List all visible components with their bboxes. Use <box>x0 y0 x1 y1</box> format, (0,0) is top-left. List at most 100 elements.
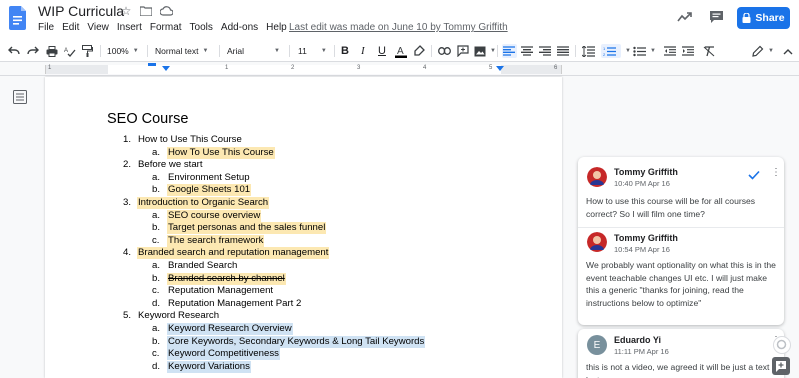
list-item[interactable]: Environment Setup <box>167 172 251 184</box>
explore-button[interactable] <box>773 336 791 354</box>
comment-thread[interactable]: Tommy Griffith 10:40 PM Apr 16 ⋮ How to … <box>578 157 784 325</box>
list-item[interactable]: Keyword Research <box>137 310 220 322</box>
link-icon <box>438 47 451 55</box>
more-options-icon[interactable]: ⋮ <box>771 167 781 178</box>
add-comment-fab[interactable] <box>772 357 790 375</box>
list-item[interactable]: Branded Search <box>167 260 238 272</box>
menu-format[interactable]: Format <box>146 22 186 33</box>
bulleted-list-icon <box>633 46 646 56</box>
list-item[interactable]: Branded search and reputation management <box>137 247 330 260</box>
list-item[interactable]: The search framework <box>167 234 265 247</box>
resolve-check-icon[interactable] <box>748 170 760 180</box>
menu-help[interactable]: Help <box>262 22 291 33</box>
move-folder-icon[interactable] <box>139 4 153 18</box>
comment-text: We probably want optionality on what thi… <box>586 260 776 308</box>
redo-button[interactable] <box>27 44 39 58</box>
last-edit-link[interactable]: Last edit was made on June 10 by Tommy G… <box>289 22 508 33</box>
toolbar-divider <box>497 45 498 57</box>
insert-image-button[interactable]: ▼ <box>474 44 496 58</box>
text-color-button[interactable]: A <box>395 44 407 58</box>
list-item[interactable]: Keyword Competitiveness <box>167 348 280 361</box>
comment-author: Eduardo Yi <box>614 335 662 345</box>
hide-menus-button[interactable] <box>783 44 793 58</box>
star-icon[interactable]: ☆ <box>119 4 133 18</box>
numbered-list-icon: 12 <box>603 46 616 57</box>
document-page[interactable]: SEO Course 1. How to Use This Course a. How… <box>45 77 562 378</box>
spelling-button[interactable]: A <box>64 44 76 58</box>
list-item[interactable]: How To Use This Course <box>167 146 275 159</box>
list-item[interactable]: Before we start <box>137 159 204 171</box>
title-icons: ☆ <box>119 4 173 18</box>
menu-insert[interactable]: Insert <box>113 22 146 33</box>
list-item[interactable]: Reputation Management <box>167 285 274 297</box>
formatting-toolbar: A 100% ▼ Normal text ▼ Arial ▼ 11 ▼ B I U A <box>0 40 799 62</box>
add-comment-icon <box>457 45 469 57</box>
list-item[interactable]: Branded search by channel <box>167 272 286 285</box>
italic-button[interactable]: I <box>361 44 365 58</box>
decrease-indent-button[interactable] <box>664 44 676 58</box>
activity-trend-icon[interactable] <box>677 11 693 23</box>
menu-addons[interactable]: Add-ons <box>217 22 262 33</box>
align-center-button[interactable] <box>521 44 533 58</box>
bulleted-list-button[interactable]: ▼ <box>633 44 656 58</box>
dropdown-arrow-icon: ▼ <box>274 48 280 54</box>
list-marker: 3. <box>123 197 132 208</box>
print-icon <box>46 45 58 57</box>
list-item[interactable]: Core Keywords, Secondary Keywords & Long… <box>167 335 426 348</box>
right-indent-marker-icon[interactable] <box>496 66 504 71</box>
svg-text:A: A <box>64 48 68 54</box>
numbered-list-button[interactable]: 12 <box>601 44 621 58</box>
comment-author: Tommy Griffith <box>614 167 678 177</box>
menu-edit[interactable]: Edit <box>58 22 83 33</box>
font-size-select[interactable]: 11 ▼ <box>298 44 327 58</box>
list-item[interactable]: How to Use This Course <box>137 134 243 146</box>
undo-button[interactable] <box>8 44 20 58</box>
align-left-button[interactable] <box>502 44 517 58</box>
menu-tools[interactable]: Tools <box>186 22 217 33</box>
dropdown-arrow-icon[interactable]: ▼ <box>625 48 631 54</box>
list-item[interactable]: Target personas and the sales funnel <box>167 222 327 235</box>
svg-text:2: 2 <box>603 52 606 57</box>
align-right-button[interactable] <box>539 44 551 58</box>
list-marker: a. <box>152 323 161 334</box>
clear-formatting-button[interactable] <box>703 44 715 58</box>
list-item[interactable]: Google Sheets 101 <box>167 184 252 197</box>
first-line-indent-marker[interactable] <box>148 63 156 66</box>
paragraph-style-select[interactable]: Normal text ▼ <box>155 44 208 58</box>
comment-thread[interactable]: E Eduardo Yi 11:11 PM Apr 16 ⋮ this is n… <box>578 329 784 378</box>
list-item[interactable]: Keyword Research Overview <box>167 323 293 335</box>
ruler[interactable]: 1 1 2 3 4 5 6 <box>0 62 799 76</box>
list-marker: c. <box>152 285 160 297</box>
underline-button[interactable]: U <box>378 44 386 58</box>
cloud-saved-icon[interactable] <box>159 4 173 18</box>
zoom-select[interactable]: 100% ▼ <box>107 44 139 58</box>
list-item[interactable]: SEO course overview <box>167 209 262 222</box>
insert-link-button[interactable] <box>438 44 451 58</box>
justify-button[interactable] <box>557 44 569 58</box>
menu-file[interactable]: File <box>34 22 58 33</box>
list-item[interactable]: Reputation Management Part 2 <box>167 298 302 310</box>
share-button[interactable]: Share <box>737 7 790 29</box>
left-indent-marker-icon[interactable] <box>162 66 170 71</box>
font-select[interactable]: Arial ▼ <box>227 44 280 58</box>
list-item[interactable]: Introduction to Organic Search <box>137 197 270 209</box>
document-outline-icon[interactable] <box>13 90 27 104</box>
paint-format-button[interactable] <box>82 44 93 58</box>
editing-mode-button[interactable]: ▼ <box>752 44 774 58</box>
increase-indent-button[interactable] <box>682 44 694 58</box>
highlight-color-button[interactable] <box>413 44 425 58</box>
document-title[interactable]: WIP Curricula <box>38 3 124 19</box>
comment-history-icon[interactable] <box>709 10 724 24</box>
explore-icon <box>776 339 787 350</box>
avatar <box>587 232 607 252</box>
avatar <box>587 167 607 187</box>
menu-view[interactable]: View <box>83 22 113 33</box>
app-header: WIP Curricula ☆ File Edit View Insert Fo… <box>0 0 799 40</box>
ruler-right-margin <box>501 65 561 74</box>
print-button[interactable] <box>46 44 58 58</box>
list-item[interactable]: Keyword Variations <box>167 360 251 373</box>
bold-button[interactable]: B <box>341 44 349 58</box>
insert-comment-button[interactable] <box>457 44 469 58</box>
docs-logo-icon[interactable] <box>9 6 26 30</box>
line-spacing-button[interactable] <box>582 44 595 58</box>
